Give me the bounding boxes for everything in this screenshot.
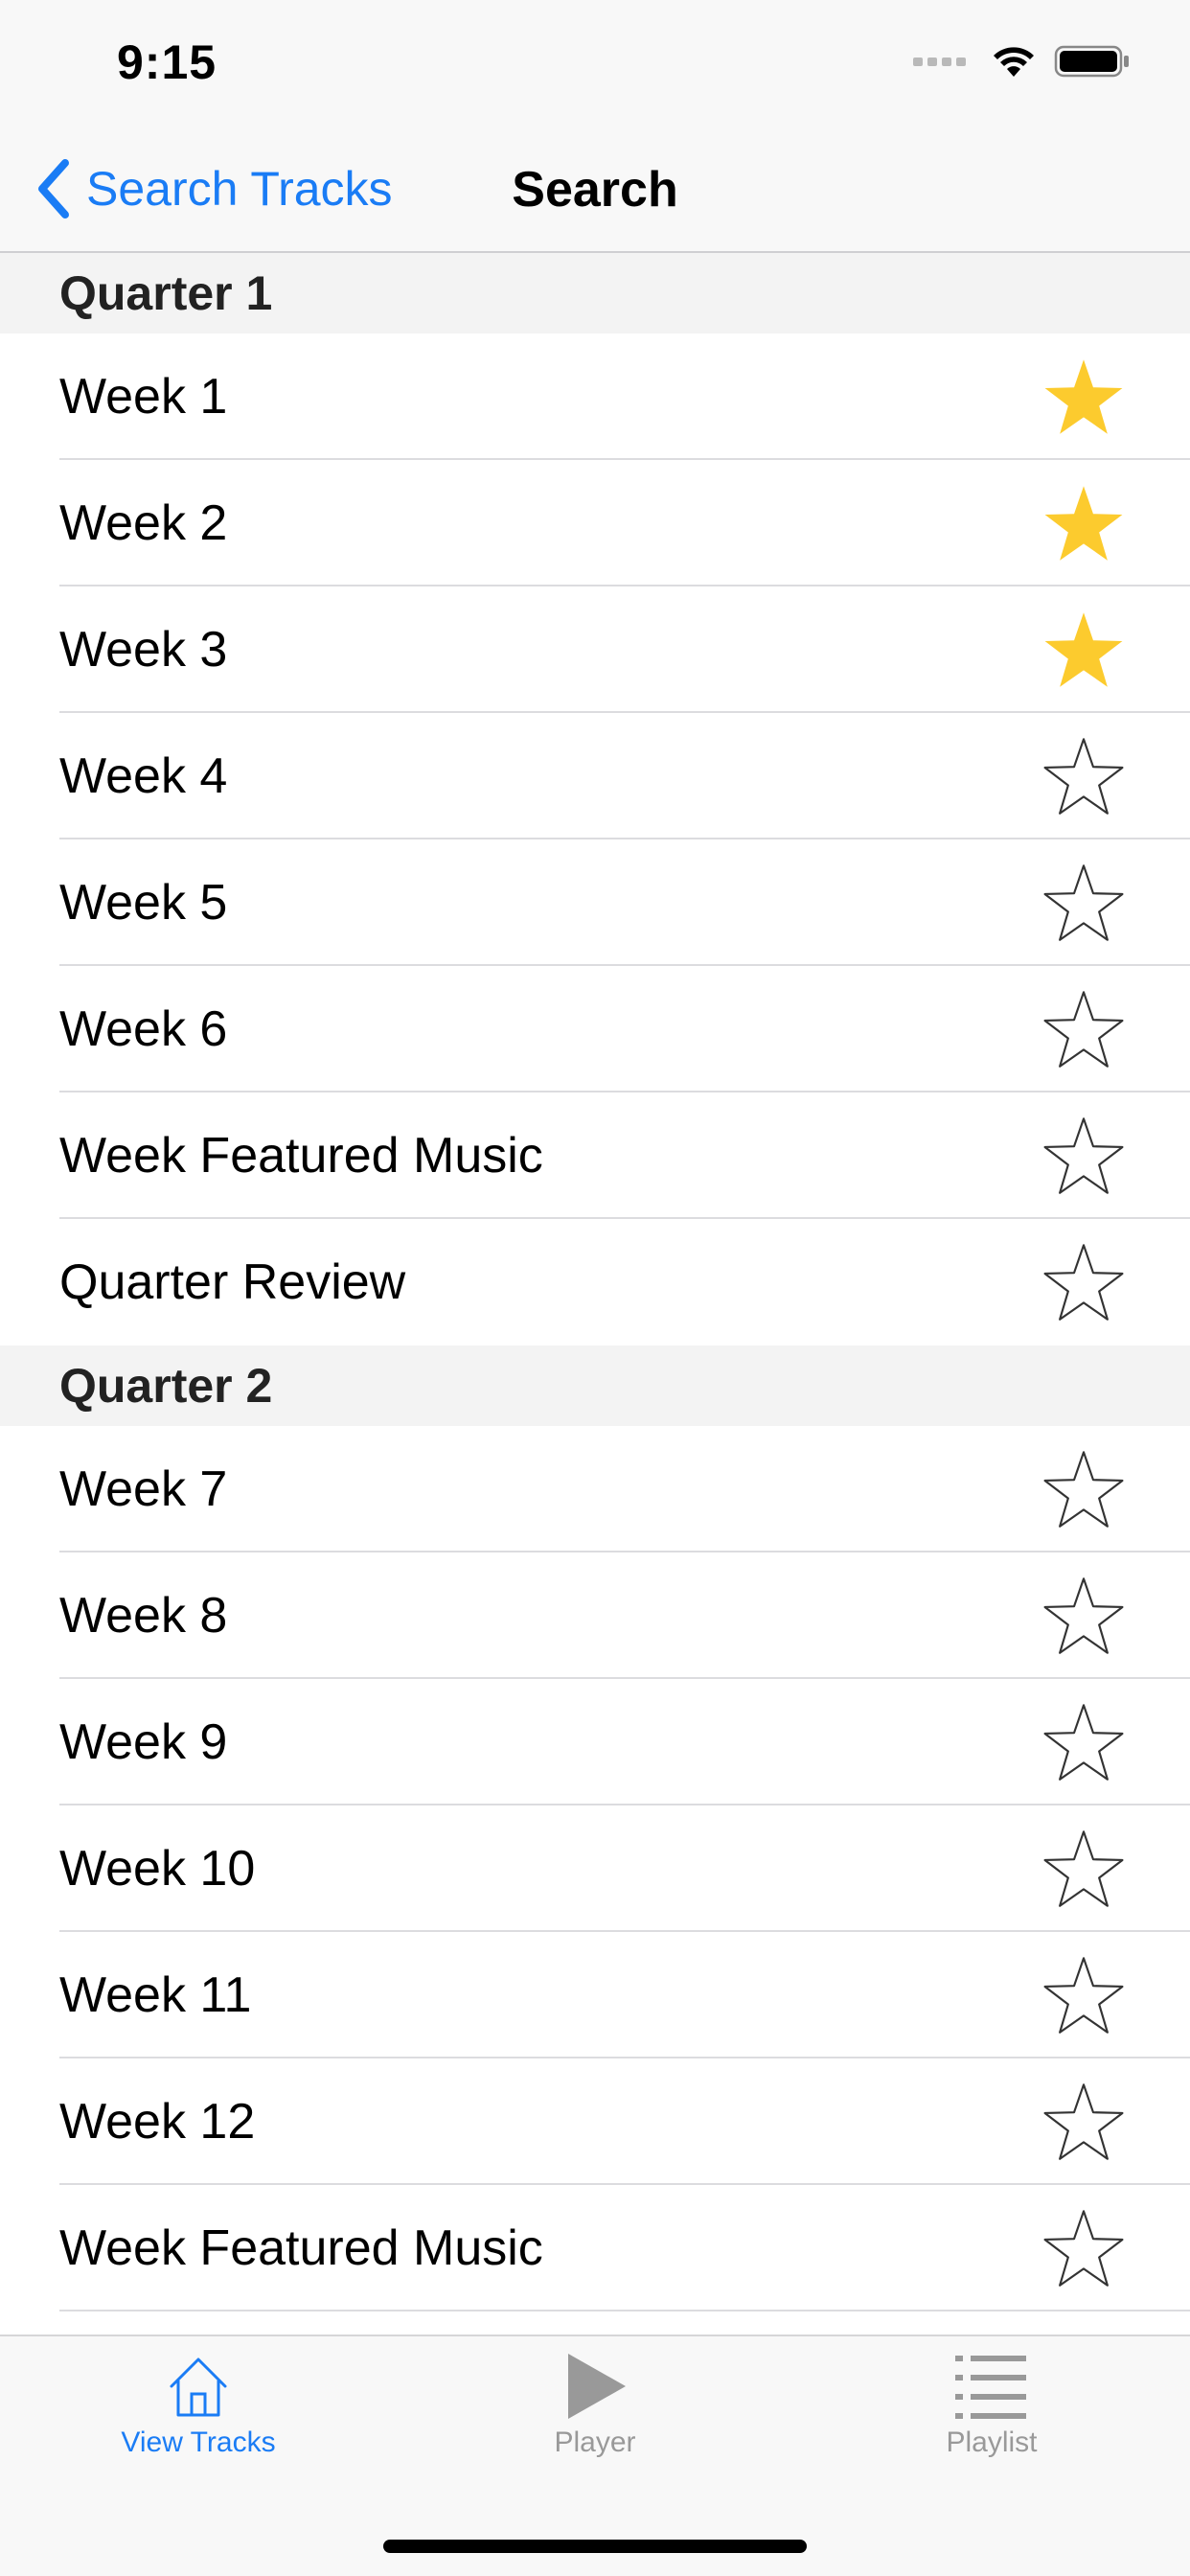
list-item-label: Week 7 [59, 1461, 228, 1517]
list-item[interactable]: Week 2 [0, 460, 1190, 586]
list-item-label: Week 3 [59, 622, 228, 678]
star-outline-icon[interactable] [1042, 862, 1125, 943]
star-outline-icon[interactable] [1042, 1702, 1125, 1782]
star-filled-icon[interactable] [1042, 610, 1125, 690]
star-outline-icon[interactable] [1042, 989, 1125, 1070]
list-item-label: Week 9 [59, 1714, 228, 1770]
back-button-label: Search Tracks [86, 162, 393, 216]
tab-player[interactable]: Player [397, 2336, 793, 2499]
chevron-left-icon [38, 159, 69, 218]
status-bar: 9:15 [0, 0, 1190, 126]
status-time: 9:15 [117, 35, 217, 89]
section-header: Quarter 1 [0, 253, 1190, 334]
list-item[interactable]: Week 11 [0, 1932, 1190, 2058]
list-item-label: Week 11 [59, 1967, 252, 2023]
list-item-label: Week 2 [59, 495, 228, 551]
tab-label: View Tracks [121, 2426, 276, 2458]
list-item[interactable]: Week 6 [0, 966, 1190, 1092]
list-item[interactable]: Week 5 [0, 840, 1190, 966]
list-item-label: Week Featured Music [59, 1128, 543, 1184]
list-item-label: Week 5 [59, 875, 228, 931]
list-item[interactable]: Week Featured Music [0, 1092, 1190, 1219]
list-icon [955, 2356, 1026, 2419]
list-item[interactable]: Week 10 [0, 1806, 1190, 1932]
wifi-icon [994, 47, 1034, 77]
home-indicator[interactable] [383, 2540, 807, 2553]
play-icon [568, 2354, 626, 2419]
tab-label: Playlist [946, 2426, 1038, 2458]
list-item[interactable]: Week 1 [0, 334, 1190, 460]
star-outline-icon[interactable] [1042, 1242, 1125, 1322]
star-outline-icon[interactable] [1042, 1955, 1125, 2036]
list-item-label: Week 10 [59, 1841, 256, 1897]
list-item[interactable]: Week 3 [0, 586, 1190, 713]
list-item[interactable]: Week 4 [0, 713, 1190, 840]
star-filled-icon[interactable] [1042, 483, 1125, 564]
list-item[interactable]: Week Featured Music [0, 2185, 1190, 2312]
star-outline-icon[interactable] [1042, 2208, 1125, 2288]
list-item[interactable]: Week 8 [0, 1552, 1190, 1679]
tracks-list[interactable]: Quarter 1 Week 1 Week 2 Week 3 Week 4 We… [0, 253, 1190, 2312]
list-item[interactable]: Week 9 [0, 1679, 1190, 1806]
star-outline-icon[interactable] [1042, 2082, 1125, 2162]
list-item[interactable]: Week 7 [0, 1426, 1190, 1552]
list-item-label: Week 6 [59, 1001, 228, 1057]
back-button[interactable]: Search Tracks [34, 155, 393, 222]
star-filled-icon[interactable] [1042, 356, 1125, 437]
list-item[interactable]: Quarter Review [0, 1219, 1190, 1346]
list-item-label: Week 4 [59, 748, 228, 804]
list-item-label: Week 8 [59, 1588, 228, 1644]
tab-view-tracks[interactable]: View Tracks [0, 2336, 397, 2499]
navigation-bar: Search Search Tracks [0, 126, 1190, 253]
list-item-label: Week 1 [59, 369, 228, 425]
list-item-label: Quarter Review [59, 1254, 406, 1310]
star-outline-icon[interactable] [1042, 1828, 1125, 1909]
star-outline-icon[interactable] [1042, 736, 1125, 816]
cellular-signal-icon [913, 57, 966, 66]
section-header: Quarter 2 [0, 1346, 1190, 1426]
home-icon [170, 2358, 227, 2417]
tab-label: Player [554, 2426, 636, 2458]
list-item-label: Week 12 [59, 2094, 256, 2150]
list-item[interactable]: Week 12 [0, 2058, 1190, 2185]
star-outline-icon[interactable] [1042, 1576, 1125, 1656]
star-outline-icon[interactable] [1042, 1116, 1125, 1196]
tab-playlist[interactable]: Playlist [793, 2336, 1190, 2499]
star-outline-icon[interactable] [1042, 1449, 1125, 1530]
list-item-label: Week Featured Music [59, 2220, 543, 2276]
battery-icon [1054, 45, 1129, 78]
status-icons [913, 44, 1131, 79]
